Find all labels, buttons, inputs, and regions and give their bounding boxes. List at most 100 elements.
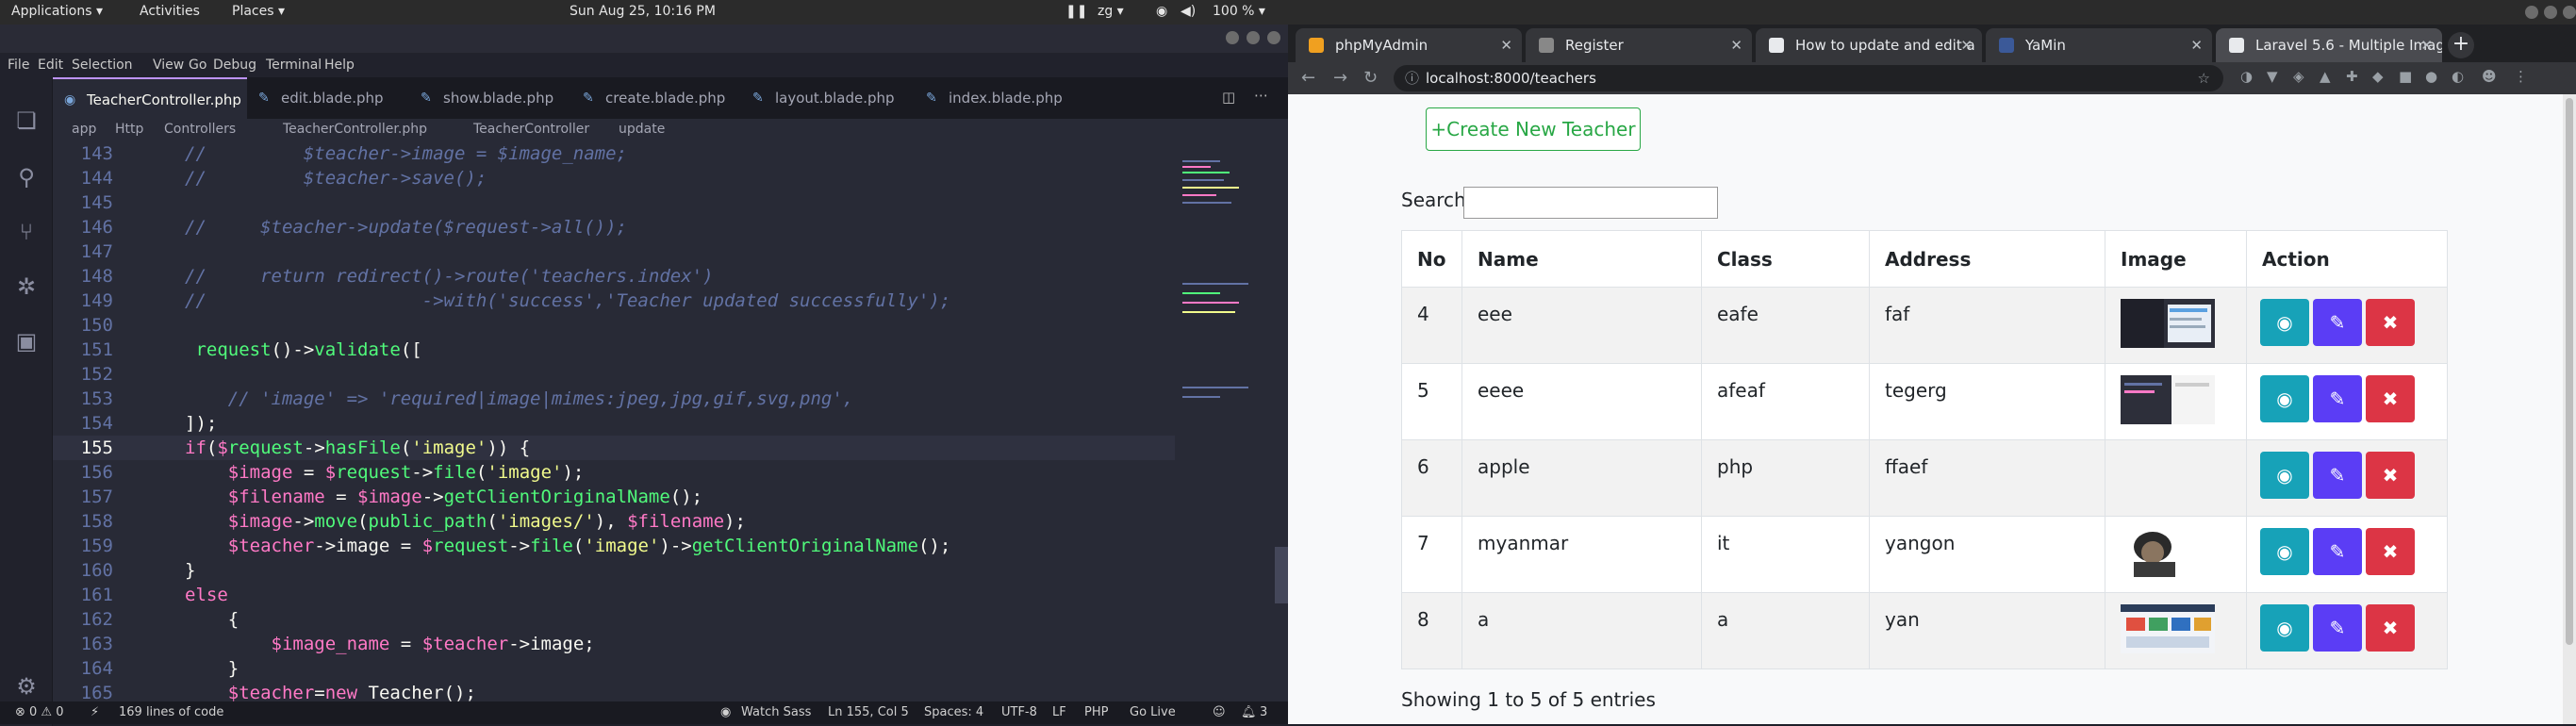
close-tab-icon[interactable]: ✕ — [2190, 28, 2203, 62]
eol[interactable]: LF — [1052, 705, 1066, 719]
new-tab-button[interactable]: + — [2448, 32, 2474, 58]
code-line[interactable]: 155 if($request->hasFile('image')) { — [53, 436, 1175, 460]
menu-debug[interactable]: Debug — [213, 58, 256, 73]
code-editor[interactable]: 143 // $teacher->image = $image_name; 144 /… — [53, 141, 1175, 707]
scrollbar-thumb[interactable] — [2566, 98, 2573, 645]
maximize-icon[interactable] — [1247, 31, 1260, 44]
delete-button[interactable]: ✖ — [2366, 299, 2415, 346]
close-tab-icon[interactable]: ✕ — [1730, 28, 1742, 62]
indentation[interactable]: Spaces: 4 — [924, 705, 983, 719]
keyboard-layout[interactable]: zg ▾ — [1098, 4, 1124, 19]
tab-index-blade[interactable]: ✎ index.blade.php — [915, 77, 1084, 119]
breadcrumb-item[interactable]: TeacherController — [473, 122, 589, 137]
pause-icon[interactable]: ❚❚ — [1065, 4, 1087, 19]
tab-layout-blade[interactable]: ✎ layout.blade.php — [741, 77, 915, 119]
page-scrollbar[interactable] — [2563, 94, 2576, 724]
tab-show-blade[interactable]: ✎ show.blade.php — [409, 77, 571, 119]
volume-icon[interactable]: ◀) — [1181, 4, 1196, 19]
watch-sass-button[interactable]: Watch Sass — [741, 705, 811, 719]
edit-button[interactable]: ✎ — [2313, 452, 2362, 499]
places-menu[interactable]: Places ▾ — [232, 4, 285, 19]
search-input[interactable] — [1463, 187, 1718, 219]
breadcrumb-item[interactable]: Http — [115, 122, 143, 137]
menu-edit[interactable]: Edit — [38, 58, 63, 73]
delete-button[interactable]: ✖ — [2366, 528, 2415, 575]
browser-tab-how-to-update[interactable]: How to update and edit a ✕ — [1756, 28, 1982, 62]
browser-tab-register[interactable]: Register ✕ — [1526, 28, 1752, 62]
tab-teachercontroller[interactable]: ◉ TeacherController.php — [53, 77, 247, 119]
menu-file[interactable]: File — [8, 58, 29, 73]
activities-button[interactable]: Activities — [140, 4, 200, 19]
menu-selection[interactable]: Selection — [72, 58, 133, 73]
menu-help[interactable]: Help — [324, 58, 355, 73]
encoding[interactable]: UTF-8 — [1001, 705, 1037, 719]
code-line[interactable]: 156 $image = $request->file('image'); — [53, 460, 1175, 485]
view-button[interactable]: ◉ — [2260, 604, 2309, 652]
code-line[interactable]: 149 // ->with('success','Teacher updated … — [53, 289, 1175, 313]
delete-button[interactable]: ✖ — [2366, 452, 2415, 499]
view-button[interactable]: ◉ — [2260, 375, 2309, 422]
back-icon[interactable]: ← — [1301, 68, 1315, 88]
code-line[interactable]: 163 $image_name = $teacher->image; — [53, 632, 1175, 656]
extension-icon[interactable]: ✚ — [2346, 68, 2358, 85]
breadcrumb-item[interactable]: update — [619, 122, 665, 137]
column-header[interactable]: No — [1401, 230, 1462, 288]
code-line[interactable]: 143 // $teacher->image = $image_name; — [53, 141, 1175, 166]
code-line[interactable]: 148 // return redirect()->route('teachers… — [53, 264, 1175, 289]
edit-button[interactable]: ✎ — [2313, 299, 2362, 346]
code-line[interactable]: 145 — [53, 190, 1175, 215]
code-line[interactable]: 159 $teacher->image = $request->file('im… — [53, 534, 1175, 558]
code-line[interactable]: 164 } — [53, 656, 1175, 681]
browser-menu-icon[interactable]: ⋮ — [2514, 68, 2528, 85]
menu-terminal[interactable]: Terminal — [266, 58, 322, 73]
smiley-icon[interactable]: ☺ — [1213, 705, 1226, 719]
column-header[interactable]: Action — [2246, 230, 2448, 288]
edit-button[interactable]: ✎ — [2313, 528, 2362, 575]
code-line[interactable]: 150 — [53, 313, 1175, 338]
code-line[interactable]: 144 // $teacher->save(); — [53, 166, 1175, 190]
code-line[interactable]: 154]); — [53, 411, 1175, 436]
applications-menu[interactable]: Applications ▾ — [11, 4, 103, 19]
delete-button[interactable]: ✖ — [2366, 604, 2415, 652]
language-mode[interactable]: PHP — [1084, 705, 1108, 719]
browser-tab-yamin[interactable]: YaMin ✕ — [1986, 28, 2212, 62]
menu-view[interactable]: View — [153, 58, 184, 73]
code-line[interactable]: 161 else — [53, 583, 1175, 607]
search-icon[interactable]: ⚲ — [11, 162, 41, 192]
code-line[interactable]: 157 $filename = $image->getClientOrigina… — [53, 485, 1175, 509]
minimize-icon[interactable] — [2525, 6, 2538, 19]
extensions-icon[interactable]: ▣ — [11, 326, 41, 356]
view-button[interactable]: ◉ — [2260, 452, 2309, 499]
extension-icon[interactable]: ▼ — [2267, 68, 2278, 85]
column-header[interactable]: Name — [1461, 230, 1702, 288]
create-new-teacher-button[interactable]: +Create New Teacher — [1426, 107, 1641, 151]
clock[interactable]: Sun Aug 25, 10:16 PM — [570, 4, 716, 19]
extension-icon[interactable]: ◈ — [2293, 68, 2304, 85]
code-line[interactable]: 158 $image->move(public_path('images/'),… — [53, 509, 1175, 534]
column-header[interactable]: Class — [1701, 230, 1870, 288]
close-tab-icon[interactable]: ✕ — [2420, 28, 2433, 62]
minimize-icon[interactable] — [1226, 31, 1239, 44]
debug-icon[interactable]: ✲ — [11, 272, 41, 302]
go-live-button[interactable]: Go Live — [1130, 705, 1176, 719]
close-tab-icon[interactable]: ✕ — [1960, 28, 1973, 62]
tab-edit-blade[interactable]: ✎ edit.blade.php — [247, 77, 409, 119]
view-button[interactable]: ◉ — [2260, 528, 2309, 575]
bookmark-star-icon[interactable]: ☆ — [2198, 65, 2210, 91]
code-line[interactable]: 146 // $teacher->update($request->all()); — [53, 215, 1175, 239]
close-icon[interactable] — [2563, 6, 2576, 19]
profile-avatar[interactable]: ☻ — [2482, 68, 2497, 85]
address-bar[interactable]: ⓘ localhost:8000/teachers ☆ — [1394, 65, 2223, 91]
code-line[interactable]: 162 { — [53, 607, 1175, 632]
browser-tab-phpmyadmin[interactable]: phpMyAdmin ✕ — [1296, 28, 1522, 62]
close-icon[interactable] — [1267, 31, 1280, 44]
gear-icon[interactable]: ⚙ — [11, 671, 41, 701]
forward-icon[interactable]: → — [1333, 68, 1347, 88]
network-icon[interactable]: ◉ — [1156, 4, 1167, 19]
source-control-icon[interactable]: ⑂ — [11, 217, 41, 247]
code-line[interactable]: 152 — [53, 362, 1175, 387]
delete-button[interactable]: ✖ — [2366, 375, 2415, 422]
split-editor-icon[interactable]: ◫ — [1222, 89, 1235, 106]
bell-icon[interactable]: 🔔︎ — [1241, 705, 1257, 719]
more-actions-icon[interactable]: ⋯ — [1254, 87, 1268, 104]
